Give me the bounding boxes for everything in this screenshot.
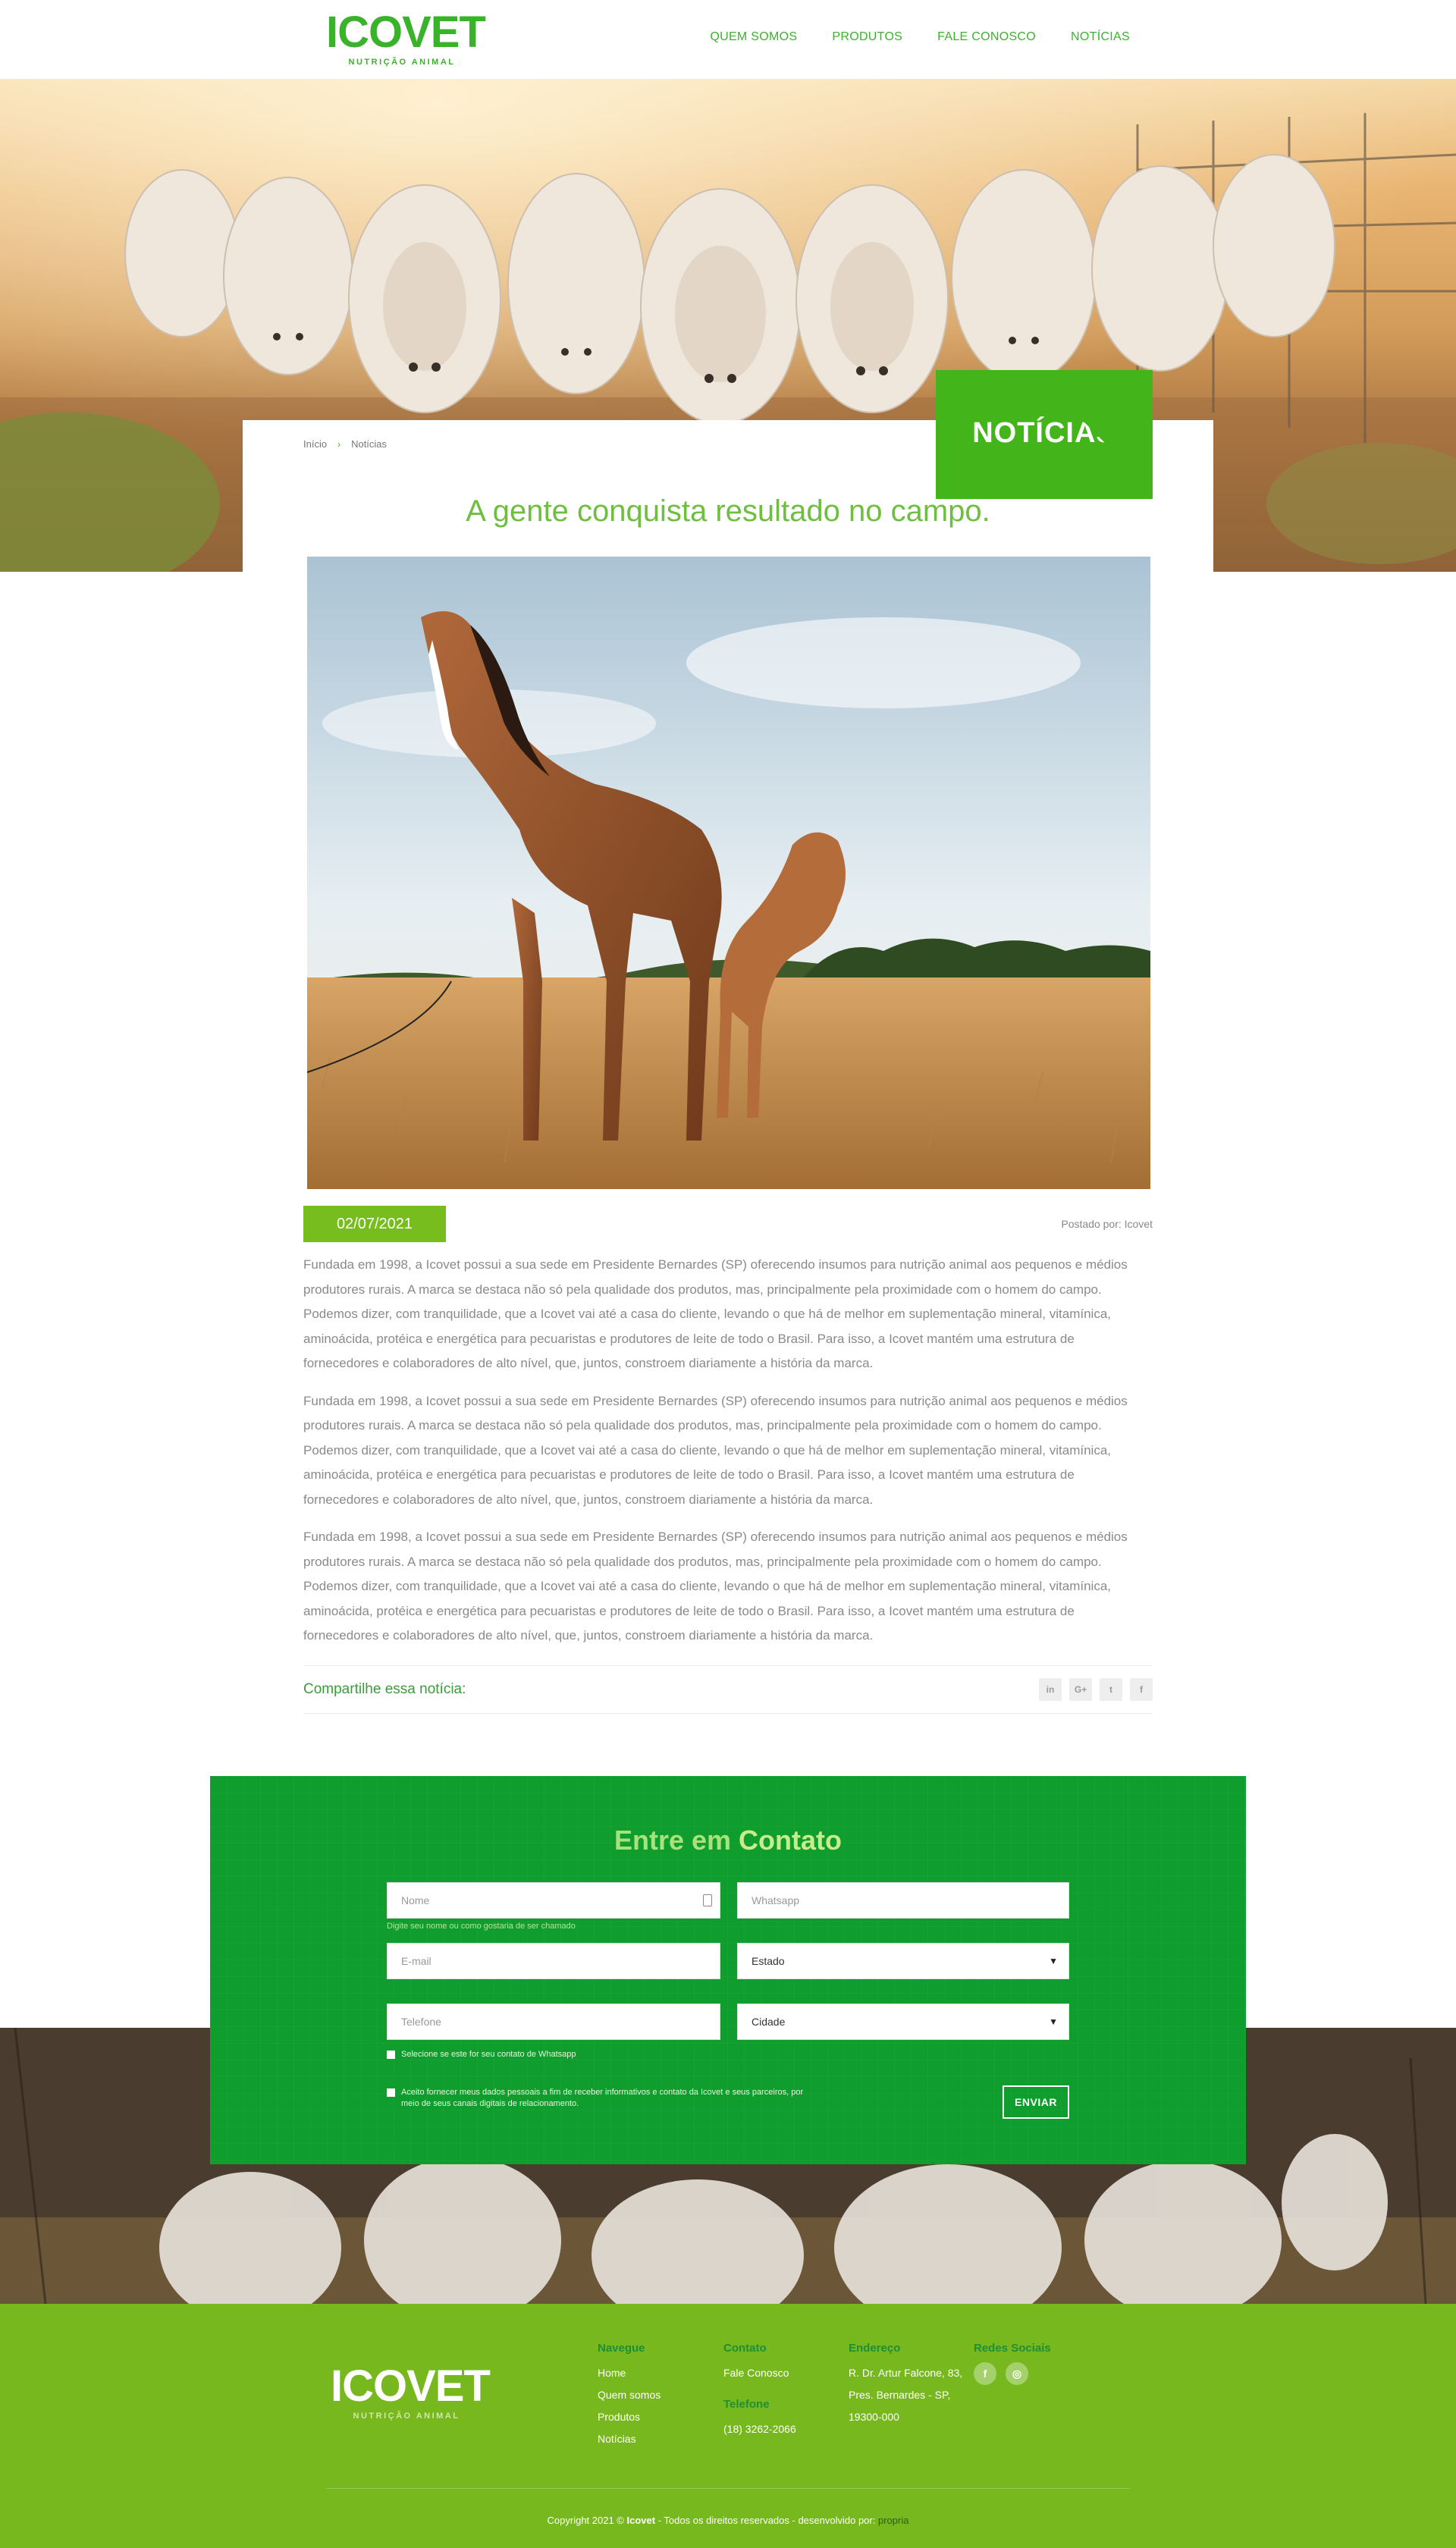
linkedin-icon[interactable]: in — [1039, 1678, 1062, 1701]
contact-title-bold: Contato — [739, 1825, 843, 1856]
facebook-icon[interactable]: f — [1130, 1678, 1153, 1701]
name-field-placeholder: Nome — [401, 1894, 430, 1906]
nav-item-produtos[interactable]: PRODUTOS — [832, 30, 902, 44]
article-horses-image — [307, 557, 1150, 1189]
consent-checkbox-row: Aceito fornecer meus dados pessoais a fi… — [387, 2087, 811, 2110]
copyright: Copyright 2021 © Icovet - Todos os direi… — [0, 2515, 1456, 2526]
whatsapp-field[interactable]: Whatsapp — [737, 1882, 1069, 1919]
article-paragraph: Fundada em 1998, a Icovet possui a sua s… — [303, 1393, 1128, 1507]
footer-link-fale-conosco[interactable]: Fale Conosco — [723, 2362, 796, 2384]
footer-phone: (18) 3262-2066 — [723, 2423, 796, 2435]
contact-form: Entre em Contato Nome Digite seu nome ou… — [210, 1776, 1246, 2164]
breadcrumb-separator: › — [337, 438, 341, 450]
footer-link-produtos[interactable]: Produtos — [598, 2406, 661, 2428]
footer-address-column: Endereço R. Dr. Artur Falcone, 83, Pres.… — [849, 2342, 962, 2428]
whatsapp-checkbox[interactable] — [387, 2051, 395, 2059]
contact-card-icon — [703, 1894, 712, 1906]
chevron-down-icon: ▼ — [1049, 2016, 1058, 2027]
phone-field-placeholder: Telefone — [401, 2016, 441, 2028]
footer-contact-title: Contato — [723, 2342, 767, 2355]
article-date-badge: 02/07/2021 — [303, 1206, 446, 1242]
footer-phone-title: Telefone — [723, 2398, 770, 2411]
footer-nav-column: Navegue Home Quem somos Produtos Notícia… — [598, 2342, 661, 2450]
footer-link-home[interactable]: Home — [598, 2362, 661, 2384]
breadcrumb-current: Notícias — [351, 438, 388, 450]
city-select-value: Cidade — [752, 2016, 786, 2028]
twitter-icon[interactable]: t — [1100, 1678, 1122, 1701]
share-bar: Compartilhe essa notícia: in G+ t f — [303, 1665, 1153, 1714]
nav-item-fale-conosco[interactable]: FALE CONOSCO — [937, 30, 1036, 44]
footer-logo-subtitle: NUTRIÇÃO ANIMAL — [353, 2412, 460, 2421]
consent-checkbox-label: Aceito fornecer meus dados pessoais a fi… — [401, 2088, 804, 2108]
breadcrumb: Início › Notícias — [303, 438, 387, 450]
article-body: Fundada em 1998, a Icovet possui a sua s… — [303, 1253, 1153, 1662]
state-select-value: Estado — [752, 1955, 785, 1967]
footer-address-title: Endereço — [849, 2342, 901, 2355]
instagram-icon[interactable]: ◎ — [1006, 2362, 1028, 2385]
contact-title: Entre em Contato — [210, 1825, 1246, 1856]
name-field[interactable]: Nome — [387, 1882, 720, 1919]
whatsapp-checkbox-row: Selecione se este for seu contato de Wha… — [387, 2049, 766, 2060]
footer-social-title: Redes Sociais — [974, 2342, 1051, 2355]
footer-address-line: 19300-000 — [849, 2411, 899, 2423]
share-icons: in G+ t f — [1039, 1678, 1153, 1701]
footer-link-noticias[interactable]: Notícias — [598, 2428, 661, 2450]
logo-wordmark: ICOVET — [326, 8, 486, 57]
state-select[interactable]: Estado ▼ — [737, 1943, 1069, 1979]
copyright-prefix: Copyright 2021 © — [547, 2515, 624, 2526]
email-field[interactable]: E-mail — [387, 1943, 720, 1979]
send-button[interactable]: ENVIAR — [1003, 2085, 1069, 2119]
logo-subtitle: NUTRIÇÃO ANIMAL — [348, 58, 456, 67]
footer-social-column: Redes Sociais f ◎ — [974, 2342, 1051, 2385]
footer-divider — [326, 2488, 1130, 2489]
consent-checkbox[interactable] — [387, 2088, 395, 2097]
email-field-placeholder: E-mail — [401, 1955, 431, 1967]
footer-logo-wordmark: ICOVET — [331, 2361, 491, 2411]
google-plus-icon[interactable]: G+ — [1069, 1678, 1092, 1701]
city-select[interactable]: Cidade ▼ — [737, 2004, 1069, 2040]
footer-contact-column: Contato Fale Conosco Telefone (18) 3262-… — [723, 2342, 796, 2440]
whatsapp-checkbox-label: Selecione se este for seu contato de Wha… — [401, 2050, 576, 2059]
article-title: A gente conquista resultado no campo. — [466, 494, 990, 528]
footer-social-icons: f ◎ — [974, 2362, 1051, 2385]
footer-address-line: R. Dr. Artur Falcone, 83, — [849, 2367, 963, 2379]
breadcrumb-home[interactable]: Início — [303, 438, 327, 450]
logo[interactable]: ICOVET NUTRIÇÃO ANIMAL — [326, 8, 486, 68]
facebook-icon[interactable]: f — [974, 2362, 996, 2385]
phone-field[interactable]: Telefone — [387, 2004, 720, 2040]
site-header: ICOVET NUTRIÇÃO ANIMAL QUEM SOMOS PRODUT… — [0, 0, 1456, 79]
footer-address-line: Pres. Bernardes - SP, — [849, 2389, 951, 2401]
article-card: Início › Notícias A gente conquista resu… — [243, 420, 1213, 1724]
copyright-brand: Icovet — [626, 2515, 656, 2526]
article-paragraph: Fundada em 1998, a Icovet possui a sua s… — [303, 1257, 1128, 1370]
footer-logo[interactable]: ICOVET NUTRIÇÃO ANIMAL — [331, 2361, 491, 2421]
developer-link[interactable]: propria — [878, 2515, 908, 2526]
share-label: Compartilhe essa notícia: — [303, 1681, 466, 1697]
main-nav: QUEM SOMOS PRODUTOS FALE CONOSCO NOTÍCIA… — [710, 30, 1130, 44]
site-footer: ICOVET NUTRIÇÃO ANIMAL Navegue Home Quem… — [0, 2304, 1456, 2548]
article-paragraph: Fundada em 1998, a Icovet possui a sua s… — [303, 1530, 1128, 1643]
footer-link-quem-somos[interactable]: Quem somos — [598, 2384, 661, 2406]
article-author: Postado por: Icovet — [1061, 1218, 1153, 1230]
chevron-down-icon: ▼ — [1049, 1956, 1058, 1966]
name-field-hint: Digite seu nome ou como gostaria de ser … — [387, 1922, 576, 1931]
copyright-text: - Todos os direitos reservados - desenvo… — [657, 2515, 876, 2526]
contact-title-light: Entre em — [613, 1825, 732, 1856]
title-fold-corner — [1082, 420, 1153, 491]
nav-item-noticias[interactable]: NOTÍCIAS — [1071, 30, 1130, 44]
footer-nav-title: Navegue — [598, 2342, 645, 2355]
whatsapp-field-placeholder: Whatsapp — [752, 1894, 800, 1906]
nav-item-quem-somos[interactable]: QUEM SOMOS — [710, 30, 797, 44]
